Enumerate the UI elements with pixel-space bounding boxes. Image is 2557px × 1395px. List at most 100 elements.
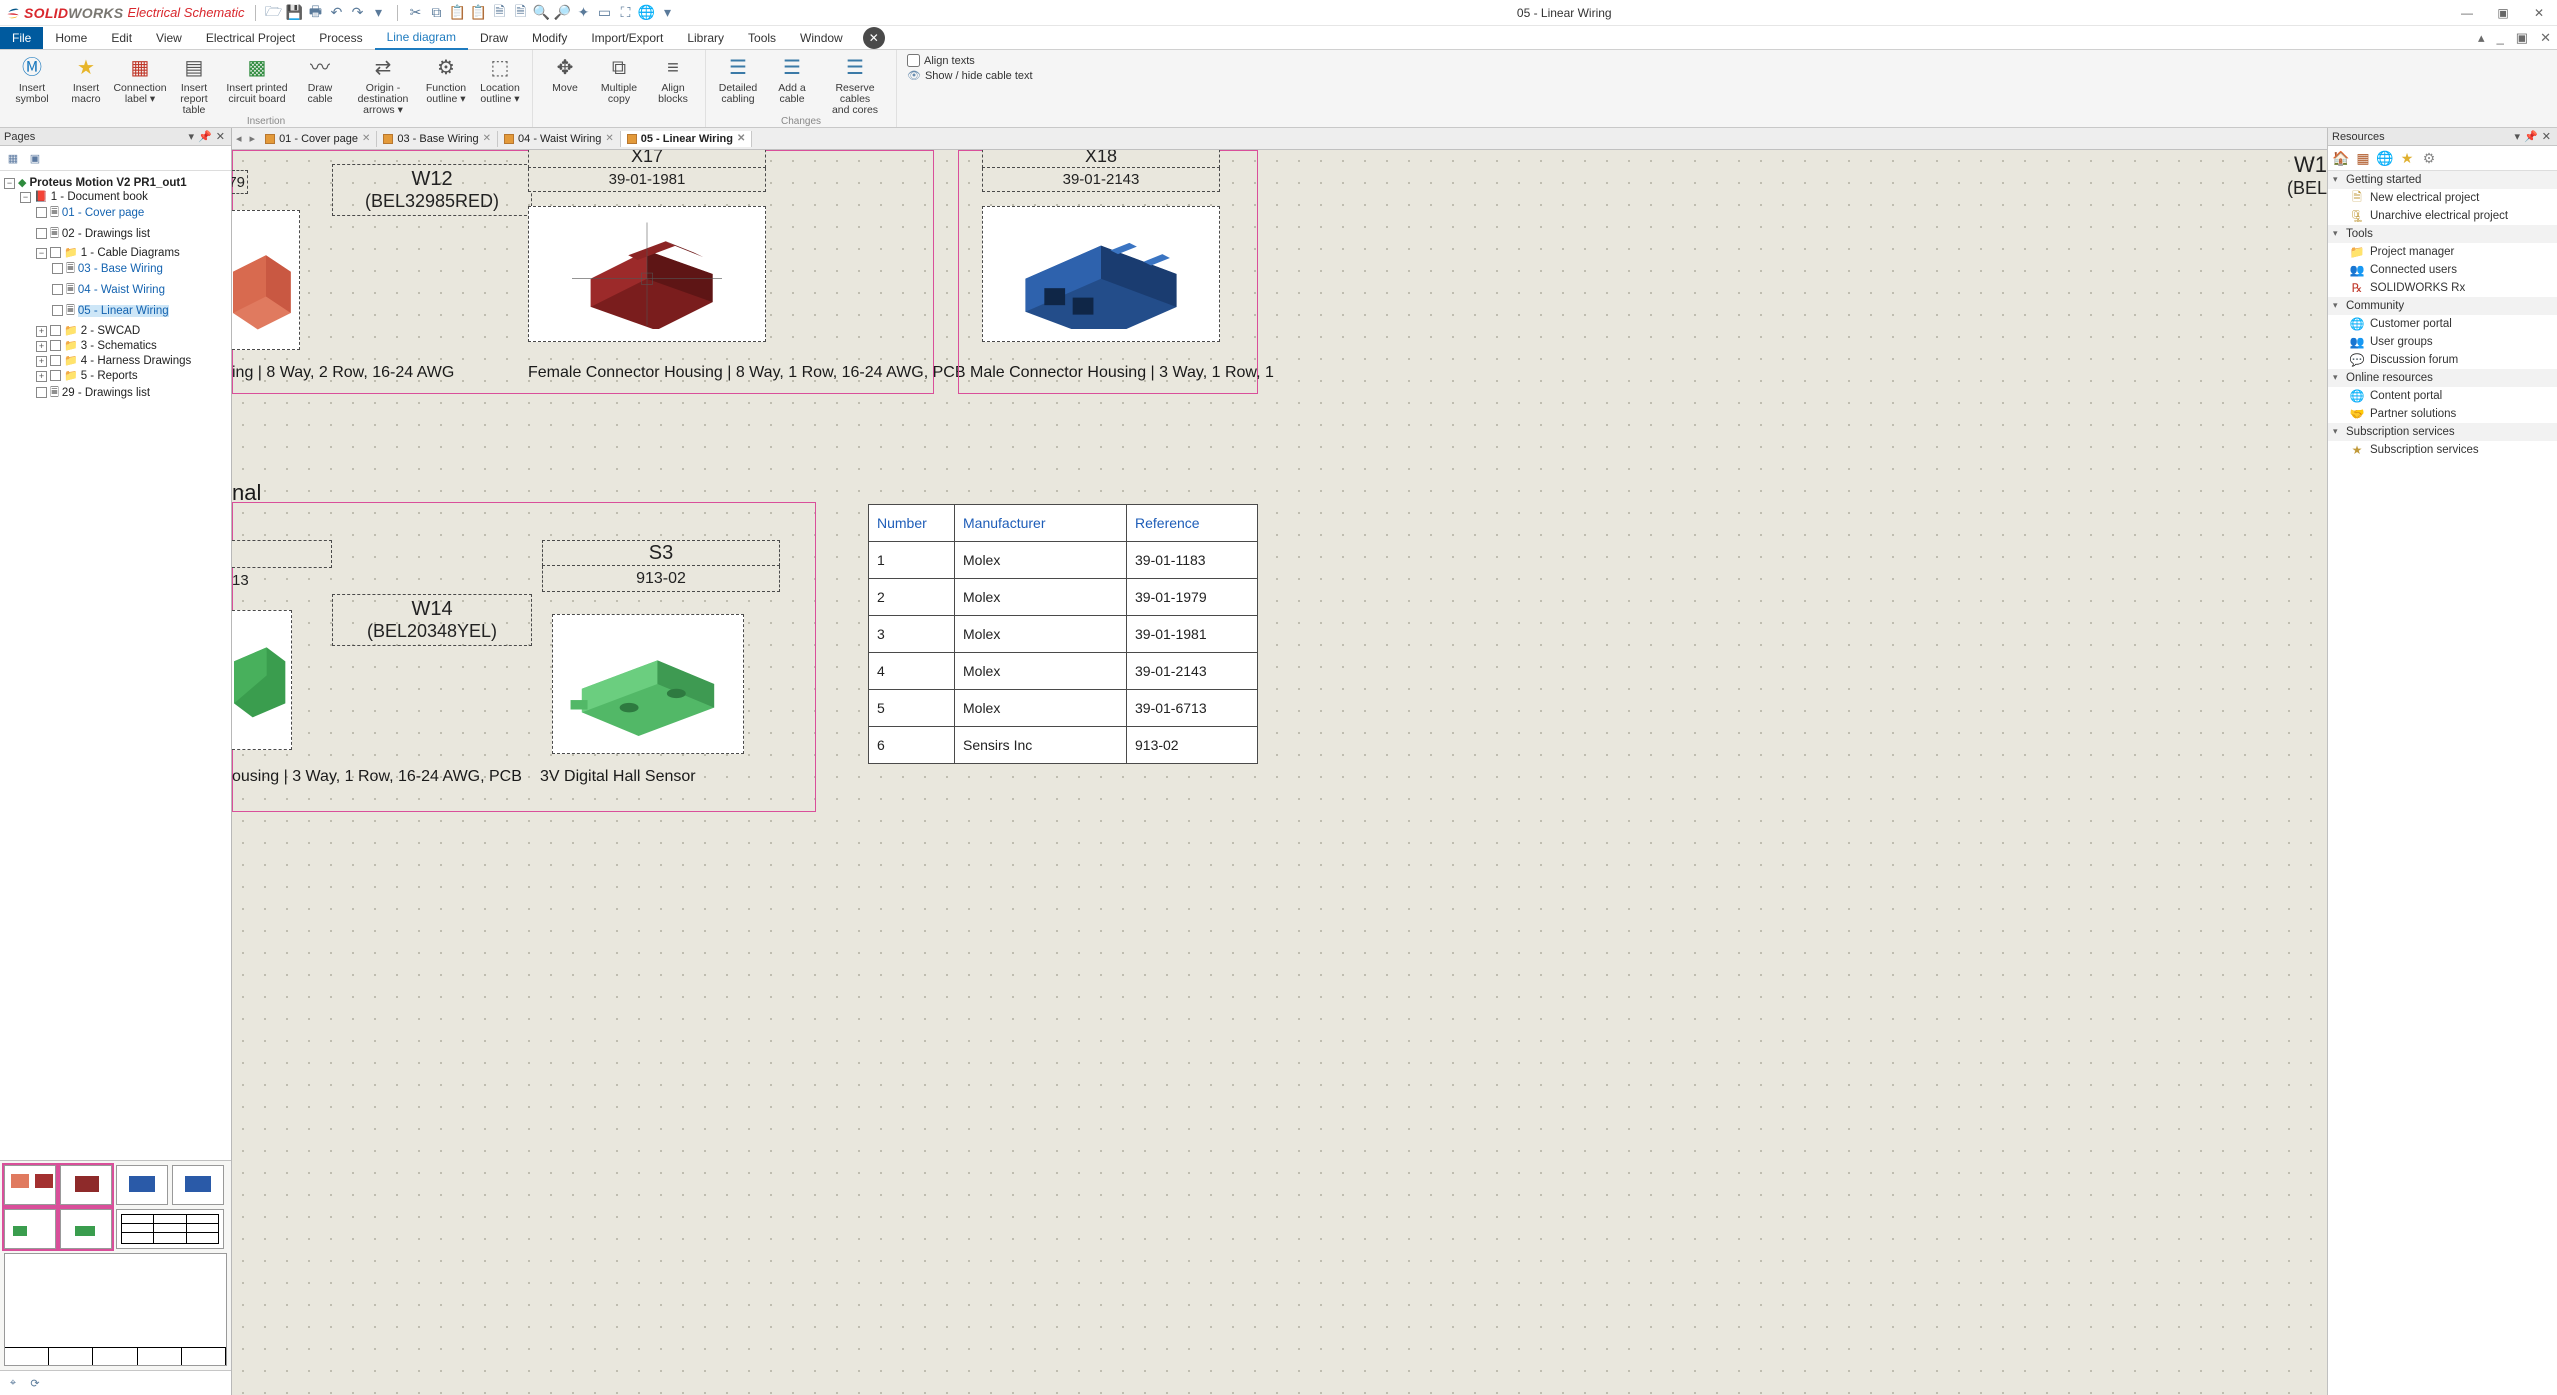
qat-print-icon[interactable]: 🖶 — [308, 5, 324, 21]
qat-zoom-icon[interactable]: 🔎 — [555, 5, 571, 21]
doctab-waist[interactable]: 04 - Waist Wiring✕ — [498, 131, 621, 147]
tree-swcad[interactable]: 2 - SWCAD — [81, 325, 140, 337]
qat-open-icon[interactable]: 🗁 — [266, 5, 282, 21]
insert-report-table-button[interactable]: ▤Insert report table — [168, 52, 220, 116]
doctab-linear[interactable]: 05 - Linear Wiring✕ — [621, 131, 753, 147]
origin-dest-button[interactable]: ⇄Origin - destination arrows ▾ — [348, 52, 418, 116]
qat-dd-icon[interactable]: ▾ — [660, 5, 676, 21]
thumb-5[interactable] — [4, 1209, 56, 1249]
tab-electrical-project[interactable]: Electrical Project — [194, 27, 307, 49]
panel-dock-icon[interactable]: ▾ — [187, 131, 197, 143]
section-community[interactable]: Community — [2328, 297, 2557, 315]
qat-undo-icon[interactable]: ↶ — [329, 5, 345, 21]
move-button[interactable]: ✥Move — [539, 52, 591, 105]
tree-base[interactable]: 03 - Base Wiring — [78, 263, 163, 275]
show-hide-cable-checkbox[interactable]: 👁Show / hide cable text — [907, 69, 1033, 82]
thumb-2[interactable] — [60, 1165, 112, 1205]
status-refresh-icon[interactable]: ⟳ — [26, 1374, 44, 1392]
item-content-portal[interactable]: 🌐Content portal — [2328, 387, 2557, 405]
doctab-base[interactable]: 03 - Base Wiring✕ — [377, 131, 498, 147]
reserve-cables-button[interactable]: ☰Reserve cables and cores — [820, 52, 890, 116]
tree-root[interactable]: Proteus Motion V2 PR1_out1 — [29, 177, 186, 189]
item-partner-solutions[interactable]: 🤝Partner solutions — [2328, 405, 2557, 423]
tree-linear[interactable]: 05 - Linear Wiring — [78, 305, 169, 317]
resources-pin-icon[interactable]: 📌 — [2522, 131, 2540, 143]
tab-process[interactable]: Process — [307, 27, 374, 49]
close-icon[interactable]: ✕ — [483, 133, 491, 144]
tab-library[interactable]: Library — [675, 27, 736, 49]
insert-symbol-button[interactable]: ⓂInsert symbol — [6, 52, 58, 116]
tree-expand-icon[interactable]: ▦ — [4, 149, 22, 167]
function-outline-button[interactable]: ⚙Function outline ▾ — [420, 52, 472, 116]
qat-copy-icon[interactable]: ⧉ — [429, 5, 445, 21]
mdi-max-icon[interactable]: ▣ — [2510, 30, 2534, 46]
status-cursor-icon[interactable]: ⌖ — [4, 1374, 22, 1392]
qat-cut-icon[interactable]: ✂ — [408, 5, 424, 21]
star-icon[interactable]: ★ — [2398, 149, 2416, 167]
close-icon[interactable]: ✕ — [605, 133, 613, 144]
tab-home[interactable]: Home — [43, 27, 99, 49]
resources-close-icon[interactable]: ✕ — [2540, 131, 2553, 143]
thumb-1[interactable] — [4, 1165, 56, 1205]
panel-close-icon[interactable]: ✕ — [214, 131, 227, 143]
tree-collapse-icon[interactable]: ▣ — [26, 149, 44, 167]
thumb-4[interactable] — [172, 1165, 224, 1205]
tab-modify[interactable]: Modify — [520, 27, 579, 49]
draw-cable-button[interactable]: 〰Draw cable — [294, 52, 346, 116]
tab-line-diagram[interactable]: Line diagram — [375, 26, 468, 50]
detailed-cabling-button[interactable]: ☰Detailed cabling — [712, 52, 764, 116]
thumb-6[interactable] — [60, 1209, 112, 1249]
drawing-canvas[interactable]: 79 ing | 8 Way, 2 Row, 16-24 AWG W12 (BE… — [232, 150, 2327, 1395]
item-unarchive[interactable]: 🗜Unarchive electrical project — [2328, 207, 2557, 225]
mdi-close-icon[interactable]: ✕ — [2534, 30, 2557, 46]
close-icon[interactable]: ✕ — [362, 133, 370, 144]
tree-reports[interactable]: 5 - Reports — [81, 370, 138, 382]
pages-tree[interactable]: −◆Proteus Motion V2 PR1_out1 −📕1 - Docum… — [0, 171, 231, 1160]
gear-icon[interactable]: ⚙ — [2420, 149, 2438, 167]
close-button[interactable]: ✕ — [2525, 3, 2553, 23]
item-customer-portal[interactable]: 🌐Customer portal — [2328, 315, 2557, 333]
item-user-groups[interactable]: 👥User groups — [2328, 333, 2557, 351]
qat-docs-icon[interactable]: 🗎 — [513, 5, 529, 21]
qat-globe-icon[interactable]: 🌐 — [639, 5, 655, 21]
tab-file[interactable]: File — [0, 27, 43, 49]
qat-pastespec-icon[interactable]: 📋 — [471, 5, 487, 21]
insert-pcb-button[interactable]: ▩Insert printed circuit board — [222, 52, 292, 116]
item-new-project[interactable]: 🗎New electrical project — [2328, 189, 2557, 207]
doctab-next-icon[interactable]: ▸ — [246, 132, 260, 145]
mdi-min-icon[interactable]: _ — [2491, 30, 2510, 45]
qat-paste-icon[interactable]: 📋 — [450, 5, 466, 21]
tab-tools[interactable]: Tools — [736, 27, 788, 49]
tree-waist[interactable]: 04 - Waist Wiring — [78, 284, 165, 296]
tree-draw29[interactable]: 29 - Drawings list — [62, 387, 150, 399]
tree-cover[interactable]: 01 - Cover page — [62, 207, 144, 219]
tab-draw[interactable]: Draw — [468, 27, 520, 49]
tree-harness[interactable]: 4 - Harness Drawings — [81, 355, 192, 367]
doctab-cover[interactable]: 01 - Cover page✕ — [259, 131, 377, 147]
thumb-3[interactable] — [116, 1165, 168, 1205]
qat-snap-icon[interactable]: ✦ — [576, 5, 592, 21]
qat-sel-icon[interactable]: ▭ — [597, 5, 613, 21]
section-online[interactable]: Online resources — [2328, 369, 2557, 387]
insert-macro-button[interactable]: ★Insert macro — [60, 52, 112, 116]
thumb-7[interactable] — [116, 1209, 224, 1249]
item-project-manager[interactable]: 📁Project manager — [2328, 243, 2557, 261]
item-solidworks-rx[interactable]: ℞SOLIDWORKS Rx — [2328, 279, 2557, 297]
close-icon[interactable]: ✕ — [737, 133, 745, 144]
globe-icon[interactable]: 🌐 — [2376, 149, 2394, 167]
align-texts-checkbox[interactable]: Align texts — [907, 54, 1033, 67]
ribbon-collapse-icon[interactable]: ▴ — [2472, 30, 2491, 46]
tab-edit[interactable]: Edit — [99, 27, 144, 49]
qat-search-icon[interactable]: 🔍 — [534, 5, 550, 21]
section-tools[interactable]: Tools — [2328, 225, 2557, 243]
qat-save-icon[interactable]: 💾 — [287, 5, 303, 21]
align-blocks-button[interactable]: ≡Align blocks — [647, 52, 699, 105]
location-outline-button[interactable]: ⬚Location outline ▾ — [474, 52, 526, 116]
tree-drawings[interactable]: 02 - Drawings list — [62, 228, 150, 240]
item-subscription-services[interactable]: ★Subscription services — [2328, 441, 2557, 459]
home-icon[interactable]: 🏠 — [2332, 149, 2350, 167]
section-getting-started[interactable]: Getting started — [2328, 171, 2557, 189]
tab-window[interactable]: Window — [788, 27, 855, 49]
qat-fit-icon[interactable]: ⛶ — [618, 5, 634, 21]
panel-pin-icon[interactable]: 📌 — [196, 131, 214, 143]
